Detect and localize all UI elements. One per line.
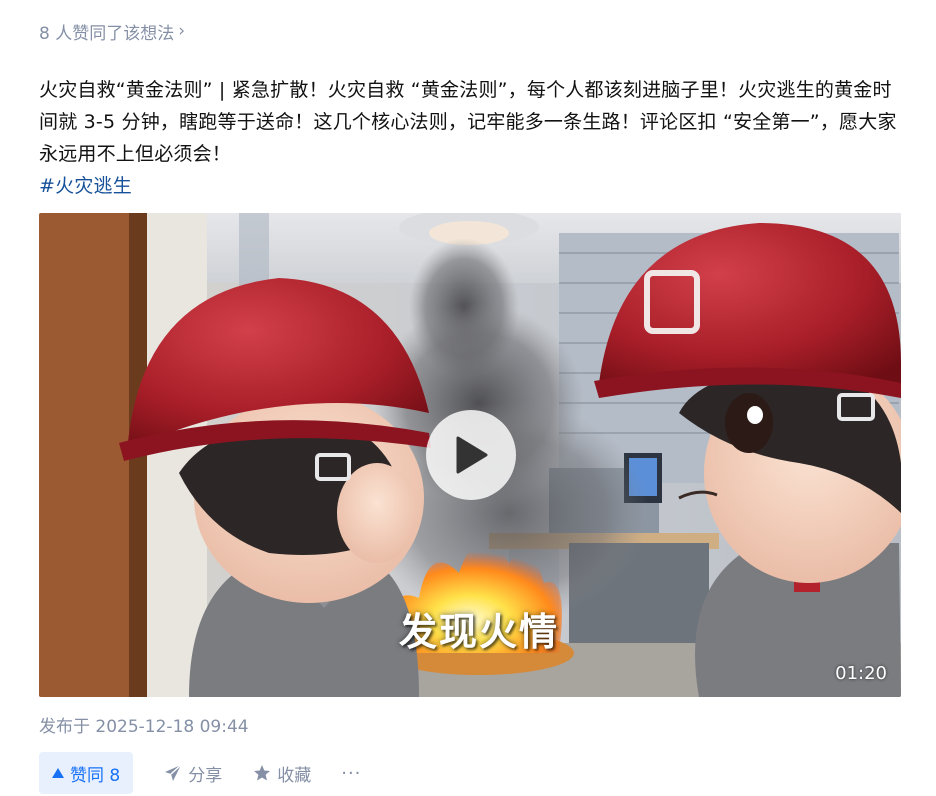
play-button[interactable] (426, 410, 516, 500)
collect-button[interactable]: 收藏 (253, 761, 311, 786)
post-text: 火灾自救“黄金法则” | 紧急扩散！火灾自救 “黄金法则”，每个人都该刻进脑子里… (39, 79, 897, 165)
play-icon (456, 436, 488, 474)
likers-text: 8 人赞同了该想法 (39, 24, 175, 44)
video-duration: 01:20 (835, 663, 887, 684)
star-icon (254, 765, 271, 781)
upvote-label: 赞同 8 (70, 765, 121, 786)
action-bar: 赞同 8 分享 收藏 ··· (39, 752, 361, 794)
chevron-right-icon: › (178, 20, 186, 41)
share-label: 分享 (188, 765, 223, 786)
likers-link[interactable]: 8 人赞同了该想法 › (39, 19, 186, 45)
hashtag-link[interactable]: #火灾逃生 (39, 170, 132, 202)
more-button[interactable]: ··· (341, 763, 361, 784)
publish-time: 发布于 2025-12-18 09:44 (39, 717, 249, 737)
video-caption: 发现火情 (399, 609, 560, 654)
post-content: 火灾自救“黄金法则” | 紧急扩散！火灾自救 “黄金法则”，每个人都该刻进脑子里… (39, 74, 901, 202)
triangle-up-icon (52, 768, 64, 778)
video-player[interactable]: 发现火情 01:20 (39, 213, 901, 697)
upvote-button[interactable]: 赞同 8 (39, 752, 134, 794)
paper-plane-icon (165, 764, 182, 781)
collect-label: 收藏 (277, 765, 312, 786)
share-button[interactable]: 分享 (164, 761, 222, 786)
